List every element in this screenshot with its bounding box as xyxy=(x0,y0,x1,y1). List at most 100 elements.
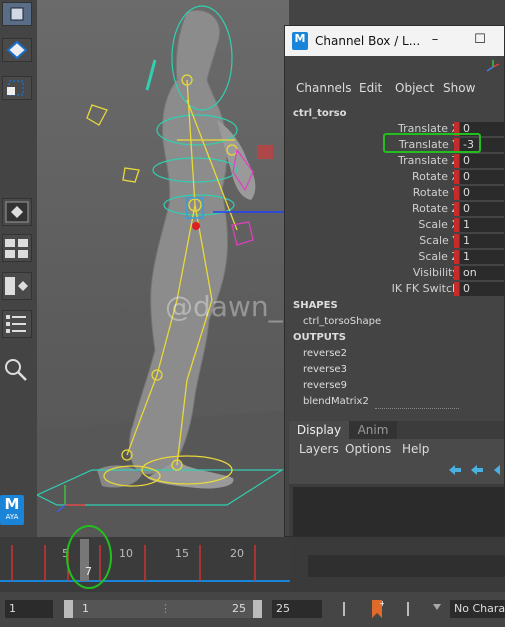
channel-value[interactable]: 0 xyxy=(460,170,504,184)
keyed-indicator xyxy=(454,266,459,280)
channel-box-window: M Channel Box / L... – ☐ Channels Edit O… xyxy=(284,25,505,537)
channel-value[interactable]: 0 xyxy=(460,186,504,200)
move-layer-down-icon[interactable] xyxy=(469,463,485,477)
tick-label: 15 xyxy=(175,547,189,560)
channel-row-rotate-x[interactable]: Rotate X 0 xyxy=(285,169,504,185)
channel-label: Visibility xyxy=(412,266,459,279)
layer-toolbar: Layers Options Help xyxy=(289,439,504,484)
watermark: @dawn_art xyxy=(165,290,289,323)
end-time-field[interactable]: 25 xyxy=(272,600,322,618)
window-titlebar[interactable]: M Channel Box / L... – ☐ xyxy=(285,26,504,56)
tab-display[interactable]: Display xyxy=(289,421,349,439)
channel-row-scale-z[interactable]: Scale Z 1 xyxy=(285,249,504,265)
channel-value[interactable]: 1 xyxy=(460,250,504,264)
shape-item[interactable]: ctrl_torsoShape xyxy=(303,316,381,327)
maya-logo-text: AYA xyxy=(5,513,19,521)
tick-label: 20 xyxy=(230,547,244,560)
menu-object[interactable]: Object xyxy=(395,81,434,95)
maya-logo-letter: M xyxy=(4,495,20,513)
range-slider[interactable]: 1 ⋮ 25 xyxy=(64,600,262,618)
channel-label: Rotate Z xyxy=(411,202,459,215)
new-layer-icon[interactable] xyxy=(492,463,504,477)
playback-controls-area xyxy=(290,537,505,592)
move-layer-up-icon[interactable] xyxy=(447,463,463,477)
maya-logo: M AYA xyxy=(0,495,24,525)
channel-label: Rotate Y xyxy=(412,186,459,199)
channel-label: Rotate X xyxy=(411,170,459,183)
svg-text:+: + xyxy=(379,599,384,608)
channel-row-ik-fk-switch[interactable]: IK FK Switch 0 xyxy=(285,281,504,297)
tool-shelf: M AYA xyxy=(0,0,38,537)
keyed-indicator xyxy=(454,282,459,296)
layout-four-button[interactable] xyxy=(2,234,32,262)
move-gizmo-icon[interactable] xyxy=(485,59,501,75)
maya-window-icon: M xyxy=(292,32,308,50)
chevron-down-icon[interactable] xyxy=(432,602,442,612)
highlight-box xyxy=(383,133,481,153)
menu-layers[interactable]: Layers xyxy=(299,442,339,456)
channel-box-menubar: Channels Edit Object Show xyxy=(285,78,504,98)
channel-value[interactable]: 1 xyxy=(460,218,504,232)
keyed-indicator xyxy=(454,154,459,168)
range-end-label: 25 xyxy=(232,602,246,615)
keyed-indicator xyxy=(454,202,459,216)
outputs-header: OUTPUTS xyxy=(293,332,346,343)
layout-two-button[interactable] xyxy=(2,272,32,300)
key-prev-icon[interactable] xyxy=(340,600,348,618)
range-slider-bar: 1 1 ⋮ 25 25 + No Chara xyxy=(0,592,505,627)
search-icon[interactable] xyxy=(2,356,30,384)
channel-row-rotate-y[interactable]: Rotate Y 0 xyxy=(285,185,504,201)
character-set-dropdown[interactable]: No Chara xyxy=(450,600,505,618)
menu-edit[interactable]: Edit xyxy=(359,81,382,95)
time-slider[interactable]: 5 10 15 20 7 xyxy=(0,525,505,592)
channel-value[interactable]: 0 xyxy=(460,202,504,216)
channel-value[interactable]: on xyxy=(460,266,504,280)
range-handle-right[interactable] xyxy=(253,600,262,618)
keyed-indicator xyxy=(454,218,459,232)
scale-tool-button[interactable] xyxy=(2,76,32,100)
menu-options[interactable]: Options xyxy=(345,442,391,456)
tab-anim[interactable]: Anim xyxy=(349,421,397,439)
keyed-indicator xyxy=(454,234,459,248)
channel-row-translate-z[interactable]: Translate Z 0 xyxy=(285,153,504,169)
range-start-label: 1 xyxy=(82,602,89,615)
layout-single-button[interactable] xyxy=(2,198,32,226)
minimize-button[interactable]: – xyxy=(428,33,442,47)
keyed-indicator xyxy=(454,186,459,200)
channel-value[interactable]: 0 xyxy=(460,282,504,296)
character-rig xyxy=(37,5,289,537)
outliner-layout-button[interactable] xyxy=(2,310,32,338)
menu-show[interactable]: Show xyxy=(443,81,475,95)
output-item[interactable]: reverse9 xyxy=(303,380,347,391)
start-time-field[interactable]: 1 xyxy=(5,600,53,618)
tick-label: 10 xyxy=(119,547,133,560)
menu-channels[interactable]: Channels xyxy=(296,81,352,95)
channel-value[interactable]: 0 xyxy=(460,154,504,168)
channel-value[interactable]: 1 xyxy=(460,234,504,248)
selected-object-name[interactable]: ctrl_torso xyxy=(293,108,346,119)
layer-list[interactable] xyxy=(293,487,504,536)
shapes-header: SHAPES xyxy=(293,300,338,311)
select-tool-button[interactable] xyxy=(2,2,32,26)
channel-label: Scale Z xyxy=(418,250,459,263)
highlight-circle xyxy=(66,525,112,589)
maximize-button[interactable]: ☐ xyxy=(473,33,487,47)
channel-row-visibility[interactable]: Visibility on xyxy=(285,265,504,281)
output-item[interactable]: reverse2 xyxy=(303,348,347,359)
range-handle-left[interactable] xyxy=(64,600,73,618)
channel-row-rotate-z[interactable]: Rotate Z 0 xyxy=(285,201,504,217)
move-tool-button[interactable] xyxy=(2,38,32,62)
key-next-icon[interactable] xyxy=(404,600,412,618)
output-item[interactable]: reverse3 xyxy=(303,364,347,375)
output-item[interactable]: blendMatrix2 xyxy=(303,396,369,405)
bookmark-icon[interactable]: + xyxy=(370,598,386,620)
channel-row-scale-x[interactable]: Scale X 1 xyxy=(285,217,504,233)
splitter-handle[interactable] xyxy=(375,408,459,411)
menu-help[interactable]: Help xyxy=(402,442,429,456)
current-time-field[interactable] xyxy=(308,555,505,577)
channel-label: Translate Z xyxy=(398,154,459,167)
channel-row-scale-y[interactable]: Scale Y 1 xyxy=(285,233,504,249)
grip-icon: ⋮ xyxy=(160,602,171,615)
window-title: Channel Box / L... xyxy=(315,34,421,48)
viewport-3d[interactable]: @dawn_art xyxy=(37,0,289,537)
